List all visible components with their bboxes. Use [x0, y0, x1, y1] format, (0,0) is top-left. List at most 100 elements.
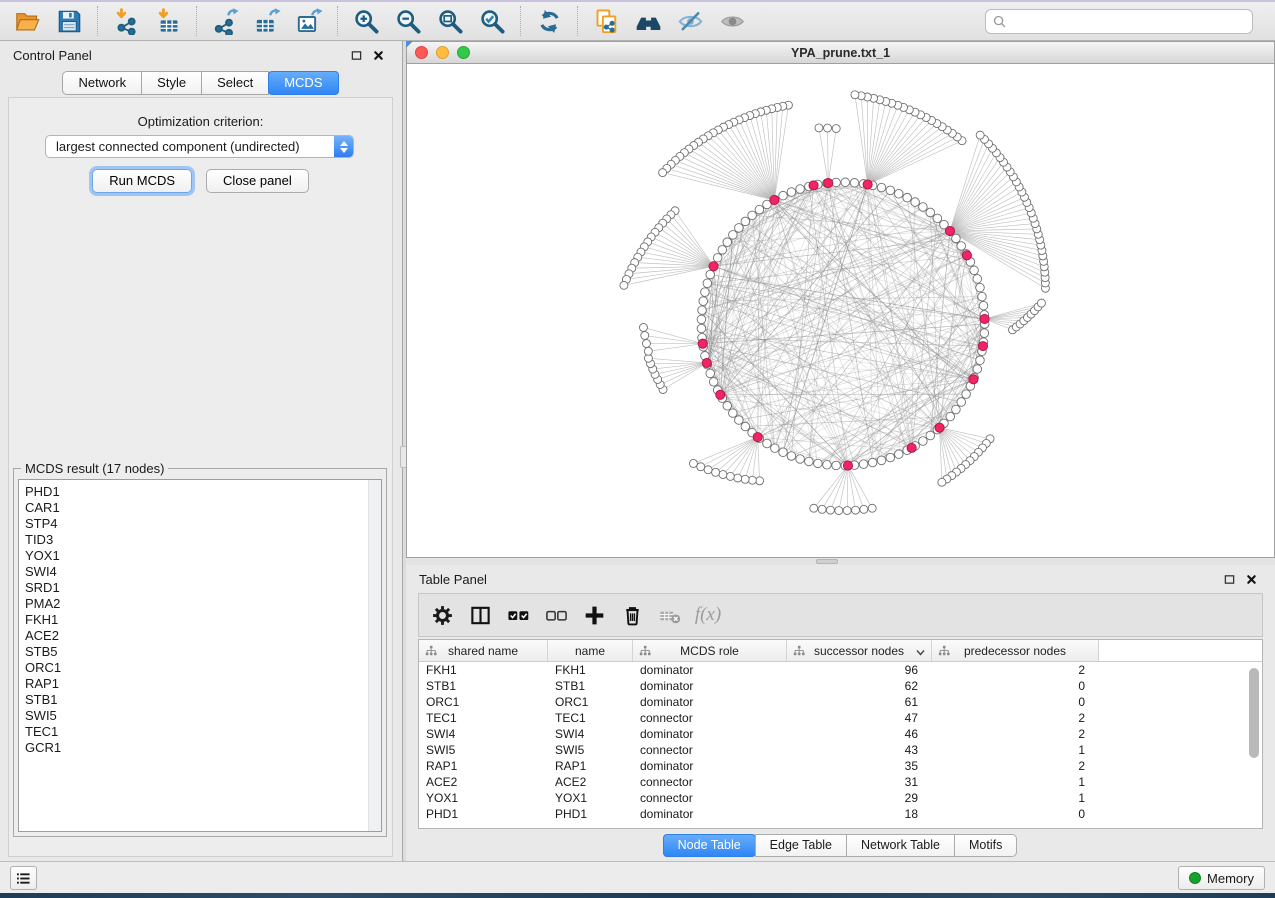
- import-table-button[interactable]: [147, 4, 189, 38]
- tab-node-table[interactable]: Node Table: [663, 834, 756, 857]
- zoom-selected-button[interactable]: [471, 4, 513, 38]
- table-row[interactable]: YOX1YOX1connector291: [419, 790, 1262, 806]
- column-header-MCDS-role[interactable]: MCDS role: [633, 640, 787, 661]
- run-mcds-button[interactable]: Run MCDS: [92, 169, 192, 193]
- result-list-scrollbar[interactable]: [368, 480, 381, 831]
- result-list-item[interactable]: TEC1: [19, 724, 381, 740]
- import-table-icon: [155, 8, 182, 35]
- zoom-out-button[interactable]: [387, 4, 429, 38]
- delete-row-button[interactable]: [613, 596, 651, 634]
- result-list-item[interactable]: STB1: [19, 692, 381, 708]
- close-panel-icon[interactable]: [373, 50, 384, 61]
- column-header-name[interactable]: name: [548, 640, 633, 661]
- function-builder-disabled-button[interactable]: f(x): [689, 596, 727, 634]
- tab-network-table[interactable]: Network Table: [846, 834, 955, 857]
- table-cell: connector: [633, 711, 787, 725]
- zoom-in-button[interactable]: [345, 4, 387, 38]
- zoom-fit-button[interactable]: [429, 4, 471, 38]
- result-list-item[interactable]: SRD1: [19, 580, 381, 596]
- tab-select[interactable]: Select: [201, 71, 269, 95]
- tab-network[interactable]: Network: [62, 71, 142, 95]
- export-network-button[interactable]: [204, 4, 246, 38]
- table-cell: dominator: [633, 679, 787, 693]
- show-all-button[interactable]: [711, 4, 753, 38]
- table-cell: STB1: [419, 679, 548, 693]
- close-table-panel-icon[interactable]: [1246, 574, 1257, 585]
- result-list-item[interactable]: YOX1: [19, 548, 381, 564]
- optimization-criterion-dropdown[interactable]: largest connected component (undirected): [45, 135, 354, 158]
- result-list-item[interactable]: ACE2: [19, 628, 381, 644]
- tab-edge-table[interactable]: Edge Table: [755, 834, 847, 857]
- tab-mcds[interactable]: MCDS: [268, 71, 338, 95]
- table-cell: connector: [633, 775, 787, 789]
- add-row-button[interactable]: [575, 596, 613, 634]
- tab-style[interactable]: Style: [141, 71, 202, 95]
- mcds-result-list[interactable]: PHD1CAR1STP4TID3YOX1SWI4SRD1PMA2FKH1ACE2…: [18, 479, 382, 832]
- network-window-titlebar[interactable]: YPA_prune.txt_1: [406, 41, 1275, 64]
- mcds-panel: Optimization criterion: largest connecte…: [8, 97, 393, 857]
- deselect-all-check-button[interactable]: [537, 596, 575, 634]
- network-canvas[interactable]: [406, 64, 1275, 558]
- table-cell: 1: [932, 775, 1099, 789]
- result-list-item[interactable]: PMA2: [19, 596, 381, 612]
- table-panel: Table Panel f(x) shared namenameMCDS rol…: [406, 565, 1275, 861]
- column-header-predecessor-nodes[interactable]: predecessor nodes: [932, 640, 1099, 661]
- table-row[interactable]: SWI4SWI4dominator462: [419, 726, 1262, 742]
- horizontal-splitter[interactable]: [406, 558, 1275, 565]
- export-image-button[interactable]: [288, 4, 330, 38]
- task-history-button[interactable]: [10, 866, 37, 890]
- duplicate-network-button[interactable]: [585, 4, 627, 38]
- search-box[interactable]: [985, 9, 1253, 34]
- delete-row-icon: [621, 604, 644, 627]
- result-list-item[interactable]: STP4: [19, 516, 381, 532]
- result-list-item[interactable]: PHD1: [19, 484, 381, 500]
- refresh-view-button[interactable]: [528, 4, 570, 38]
- result-list-item[interactable]: TID3: [19, 532, 381, 548]
- open-file-button[interactable]: [6, 4, 48, 38]
- table-row[interactable]: RAP1RAP1dominator352: [419, 758, 1262, 774]
- tab-motifs[interactable]: Motifs: [954, 834, 1017, 857]
- table-scrollbar[interactable]: [1249, 668, 1259, 758]
- attribute-icon: [793, 645, 805, 657]
- select-all-check-button[interactable]: [499, 596, 537, 634]
- desktop-wallpaper-strip: [0, 893, 1275, 898]
- horizontal-splitter-grip[interactable]: [816, 559, 838, 564]
- result-list-item[interactable]: FKH1: [19, 612, 381, 628]
- result-list-item[interactable]: GCR1: [19, 740, 381, 756]
- result-list-item[interactable]: SWI4: [19, 564, 381, 580]
- float-panel-icon[interactable]: [351, 50, 362, 61]
- table-row[interactable]: STB1STB1dominator620: [419, 678, 1262, 694]
- result-list-item[interactable]: SWI5: [19, 708, 381, 724]
- column-header-shared-name[interactable]: shared name: [419, 640, 548, 661]
- search-network-button[interactable]: [627, 4, 669, 38]
- table-row[interactable]: ORC1ORC1dominator610: [419, 694, 1262, 710]
- table-cell: YOX1: [548, 791, 633, 805]
- table-row[interactable]: SWI5SWI5connector431: [419, 742, 1262, 758]
- zoom-selected-icon: [479, 8, 506, 35]
- search-input[interactable]: [1011, 14, 1245, 28]
- network-graph[interactable]: [407, 64, 1274, 557]
- node-table: shared namenameMCDS rolesuccessor nodesp…: [418, 639, 1263, 829]
- result-list-item[interactable]: CAR1: [19, 500, 381, 516]
- network-view-window: YPA_prune.txt_1: [406, 41, 1275, 558]
- result-list-item[interactable]: RAP1: [19, 676, 381, 692]
- table-settings-button[interactable]: [423, 596, 461, 634]
- column-pane-button[interactable]: [461, 596, 499, 634]
- hide-selected-button[interactable]: [669, 4, 711, 38]
- float-table-panel-icon[interactable]: [1224, 574, 1235, 585]
- memory-button[interactable]: Memory: [1178, 866, 1265, 890]
- table-row[interactable]: FKH1FKH1dominator962: [419, 662, 1262, 678]
- table-row[interactable]: ACE2ACE2connector311: [419, 774, 1262, 790]
- chevron-down-icon[interactable]: [915, 646, 926, 655]
- table-row[interactable]: PHD1PHD1dominator180: [419, 806, 1262, 822]
- duplicate-network-icon: [593, 8, 620, 35]
- result-list-item[interactable]: STB5: [19, 644, 381, 660]
- column-header-successor-nodes[interactable]: successor nodes: [787, 640, 932, 661]
- export-table-button[interactable]: [246, 4, 288, 38]
- table-row[interactable]: TEC1TEC1connector472: [419, 710, 1262, 726]
- delete-column-disabled-button[interactable]: [651, 596, 689, 634]
- import-network-button[interactable]: [105, 4, 147, 38]
- result-list-item[interactable]: ORC1: [19, 660, 381, 676]
- close-panel-button[interactable]: Close panel: [206, 169, 309, 193]
- save-session-button[interactable]: [48, 4, 90, 38]
